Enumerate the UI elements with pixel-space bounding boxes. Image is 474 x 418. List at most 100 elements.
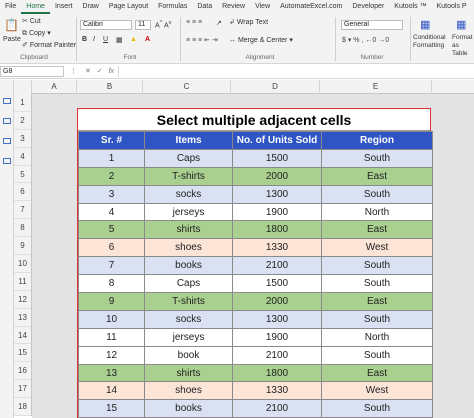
serial-cell[interactable]: 10 [78, 309, 145, 329]
item-cell[interactable]: shoes [144, 238, 233, 258]
row-header[interactable]: 10 [14, 255, 31, 273]
row-header[interactable]: 6 [14, 183, 31, 202]
item-cell[interactable]: books [144, 256, 233, 276]
tab-insert[interactable]: Insert [50, 0, 78, 14]
tab-kutools-p[interactable]: Kutools P [432, 0, 472, 14]
item-cell[interactable]: T-shirts [144, 166, 233, 186]
item-cell[interactable]: shirts [144, 363, 233, 383]
row-header[interactable]: 4 [14, 148, 31, 166]
number-format-select[interactable]: General [341, 20, 403, 30]
serial-cell[interactable]: 3 [78, 184, 145, 204]
font-size-select[interactable]: 11 [135, 20, 151, 30]
font-size-buttons[interactable]: A^ Av [155, 20, 172, 29]
region-cell[interactable]: West [321, 381, 433, 401]
units-sold-cell[interactable]: 2100 [232, 345, 322, 365]
orientation-icon[interactable]: ↗ [216, 19, 222, 27]
region-cell[interactable]: North [321, 202, 433, 222]
serial-cell[interactable]: 7 [78, 256, 145, 276]
header-cell[interactable]: Sr. # [78, 131, 145, 150]
item-cell[interactable]: socks [144, 184, 233, 204]
column-header[interactable]: D [231, 80, 320, 94]
tab-file[interactable]: File [0, 0, 21, 14]
table-title[interactable]: Select multiple adjacent cells [78, 109, 430, 131]
serial-cell[interactable]: 15 [78, 399, 145, 418]
region-cell[interactable]: East [321, 220, 433, 240]
column-header[interactable]: E [320, 80, 432, 94]
serial-cell[interactable]: 14 [78, 381, 145, 401]
bold-button[interactable]: B [82, 36, 87, 43]
units-sold-cell[interactable]: 1800 [232, 220, 322, 240]
conditional-formatting-button[interactable]: Conditional Formatting [413, 34, 449, 50]
row-header[interactable]: 5 [14, 166, 31, 184]
row-header[interactable]: 15 [14, 344, 31, 363]
format-as-table-icon[interactable]: ▦ [456, 18, 466, 31]
wrap-text-button[interactable]: ↲ Wrap Text [229, 18, 268, 26]
units-sold-cell[interactable]: 1500 [232, 274, 322, 294]
cut-button[interactable]: ✂ Cut [22, 17, 41, 25]
format-painter-button[interactable]: ✐ Format Painter [22, 41, 76, 49]
region-cell[interactable]: South [321, 309, 433, 329]
units-sold-cell[interactable]: 1300 [232, 309, 322, 329]
column-header[interactable]: C [143, 80, 231, 94]
serial-cell[interactable]: 13 [78, 363, 145, 383]
fill-color-icon[interactable]: ▲ [130, 36, 137, 43]
cancel-icon[interactable]: ✕ [85, 68, 91, 75]
serial-cell[interactable]: 1 [78, 148, 145, 168]
enter-icon[interactable]: ✓ [97, 68, 103, 75]
units-sold-cell[interactable]: 1900 [232, 327, 322, 347]
units-sold-cell[interactable]: 1900 [232, 202, 322, 222]
row-header[interactable]: 17 [14, 380, 31, 399]
region-cell[interactable]: East [321, 292, 433, 311]
serial-cell[interactable]: 6 [78, 238, 145, 258]
row-header[interactable]: 11 [14, 273, 31, 291]
item-cell[interactable]: jerseys [144, 202, 233, 222]
region-cell[interactable]: South [321, 274, 433, 294]
serial-cell[interactable]: 12 [78, 345, 145, 365]
rail-icon[interactable] [3, 138, 11, 144]
region-cell[interactable]: East [321, 363, 433, 383]
conditional-formatting-icon[interactable]: ▦ [420, 18, 430, 31]
units-sold-cell[interactable]: 1330 [232, 238, 322, 258]
item-cell[interactable]: jerseys [144, 327, 233, 347]
tab-review[interactable]: Review [217, 0, 250, 14]
item-cell[interactable]: books [144, 399, 233, 418]
row-header[interactable]: 16 [14, 362, 31, 381]
row-header[interactable]: 2 [14, 112, 31, 130]
tab-data[interactable]: Data [192, 0, 217, 14]
align-top-icons[interactable]: ≡ ≡ ≡ [186, 19, 202, 26]
item-cell[interactable]: Caps [144, 148, 233, 168]
selected-table-range[interactable]: Select multiple adjacent cells Sr. # Ite… [77, 108, 433, 418]
font-name-select[interactable]: Calibri [80, 20, 132, 30]
align-left-icons[interactable]: ≡ ≡ ≡ ⇤ ⇥ [186, 36, 218, 44]
row-header[interactable]: 7 [14, 201, 31, 220]
serial-cell[interactable]: 11 [78, 327, 145, 347]
select-all-corner[interactable] [14, 80, 32, 94]
region-cell[interactable]: West [321, 238, 433, 258]
region-cell[interactable]: North [321, 327, 433, 347]
tab-developer[interactable]: Developer [347, 0, 389, 14]
row-header[interactable]: 14 [14, 327, 31, 345]
rail-icon[interactable] [3, 98, 11, 104]
tab-draw[interactable]: Draw [77, 0, 103, 14]
row-header[interactable]: 8 [14, 219, 31, 238]
item-cell[interactable]: T-shirts [144, 292, 233, 311]
row-header[interactable]: 9 [14, 237, 31, 256]
region-cell[interactable]: South [321, 399, 433, 418]
formula-input[interactable] [118, 66, 474, 77]
format-as-table-button[interactable]: Format as Table [452, 34, 474, 58]
units-sold-cell[interactable]: 1800 [232, 363, 322, 383]
serial-cell[interactable]: 2 [78, 166, 145, 186]
row-header[interactable]: 12 [14, 291, 31, 309]
units-sold-cell[interactable]: 1300 [232, 184, 322, 204]
units-sold-cell[interactable]: 2000 [232, 166, 322, 186]
item-cell[interactable]: shoes [144, 381, 233, 401]
item-cell[interactable]: shirts [144, 220, 233, 240]
serial-cell[interactable]: 8 [78, 274, 145, 294]
paste-icon[interactable]: 📋 [4, 18, 19, 32]
rail-icon[interactable] [3, 118, 11, 124]
header-cell[interactable]: No. of Units Sold [232, 131, 322, 150]
rail-icon[interactable] [3, 158, 11, 164]
region-cell[interactable]: South [321, 256, 433, 276]
italic-button[interactable]: I [93, 36, 95, 43]
region-cell[interactable]: South [321, 184, 433, 204]
